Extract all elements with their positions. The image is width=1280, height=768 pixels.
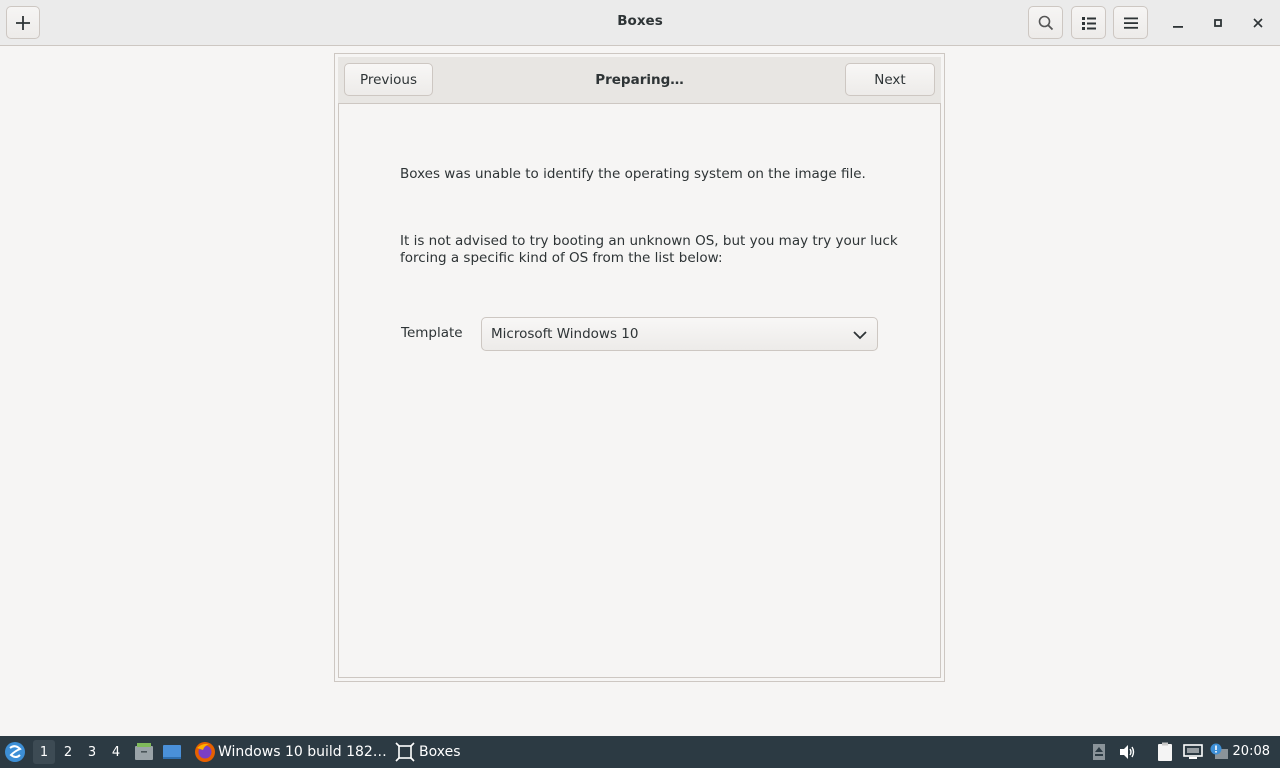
minimize-icon (1173, 26, 1183, 28)
advice-message-line-2: forcing a specific kind of OS from the l… (400, 250, 723, 266)
tray-volume[interactable] (1118, 736, 1136, 768)
maximize-icon (1214, 19, 1222, 27)
network-icon (1183, 744, 1203, 759)
firefox-icon (195, 742, 215, 762)
eject-icon (1093, 744, 1105, 760)
notification-icon (1210, 743, 1228, 759)
minimize-button[interactable] (1167, 12, 1189, 34)
workspace-2[interactable]: 2 (57, 740, 79, 764)
task-firefox-label: Windows 10 build 182… (218, 744, 387, 760)
file-manager-icon (135, 743, 153, 760)
workspace-3[interactable]: 3 (81, 740, 103, 764)
tray-notification[interactable] (1209, 736, 1229, 768)
search-icon (1038, 15, 1053, 30)
advice-message-line-1: It is not advised to try booting an unkn… (400, 233, 898, 249)
view-toggle-button[interactable] (1071, 6, 1106, 39)
dialog-header: Previous Preparing… Next (338, 57, 941, 104)
unidentified-os-message: Boxes was unable to identify the operati… (400, 166, 866, 182)
chevron-down-icon (853, 331, 867, 340)
task-firefox[interactable]: Windows 10 build 182… (194, 736, 387, 768)
desktop-launcher[interactable] (162, 736, 182, 768)
volume-icon (1120, 745, 1135, 759)
app-menu-button[interactable] (4, 736, 26, 768)
taskbar: 1 2 3 4 Windows 10 build 182… Boxes 20:0… (0, 736, 1280, 768)
header-bar: Boxes (0, 0, 1280, 46)
workspace-1[interactable]: 1 (33, 740, 55, 764)
distro-logo-icon (5, 742, 25, 762)
template-selected-value: Microsoft Windows 10 (491, 326, 639, 342)
close-button[interactable] (1247, 12, 1269, 34)
task-boxes[interactable]: Boxes (395, 736, 461, 768)
tray-network[interactable] (1183, 736, 1203, 768)
show-desktop-icon (163, 745, 181, 759)
task-boxes-label: Boxes (419, 744, 461, 760)
workspace-4[interactable]: 4 (105, 740, 127, 764)
clipboard-icon (1158, 742, 1172, 761)
close-icon (1253, 18, 1263, 28)
next-button[interactable]: Next (845, 63, 935, 96)
template-dropdown[interactable]: Microsoft Windows 10 (481, 317, 878, 351)
tray-clipboard[interactable] (1156, 736, 1174, 768)
hamburger-menu-icon (1123, 17, 1138, 29)
file-manager-launcher[interactable] (134, 736, 154, 768)
maximize-button[interactable] (1207, 12, 1229, 34)
template-label: Template (401, 325, 463, 341)
clock[interactable]: 20:08 (1233, 744, 1270, 759)
main-menu-button[interactable] (1113, 6, 1148, 39)
dialog-body (338, 104, 941, 678)
search-button[interactable] (1028, 6, 1063, 39)
list-view-icon (1081, 16, 1096, 30)
boxes-icon (395, 742, 415, 762)
tray-eject[interactable] (1091, 736, 1107, 768)
